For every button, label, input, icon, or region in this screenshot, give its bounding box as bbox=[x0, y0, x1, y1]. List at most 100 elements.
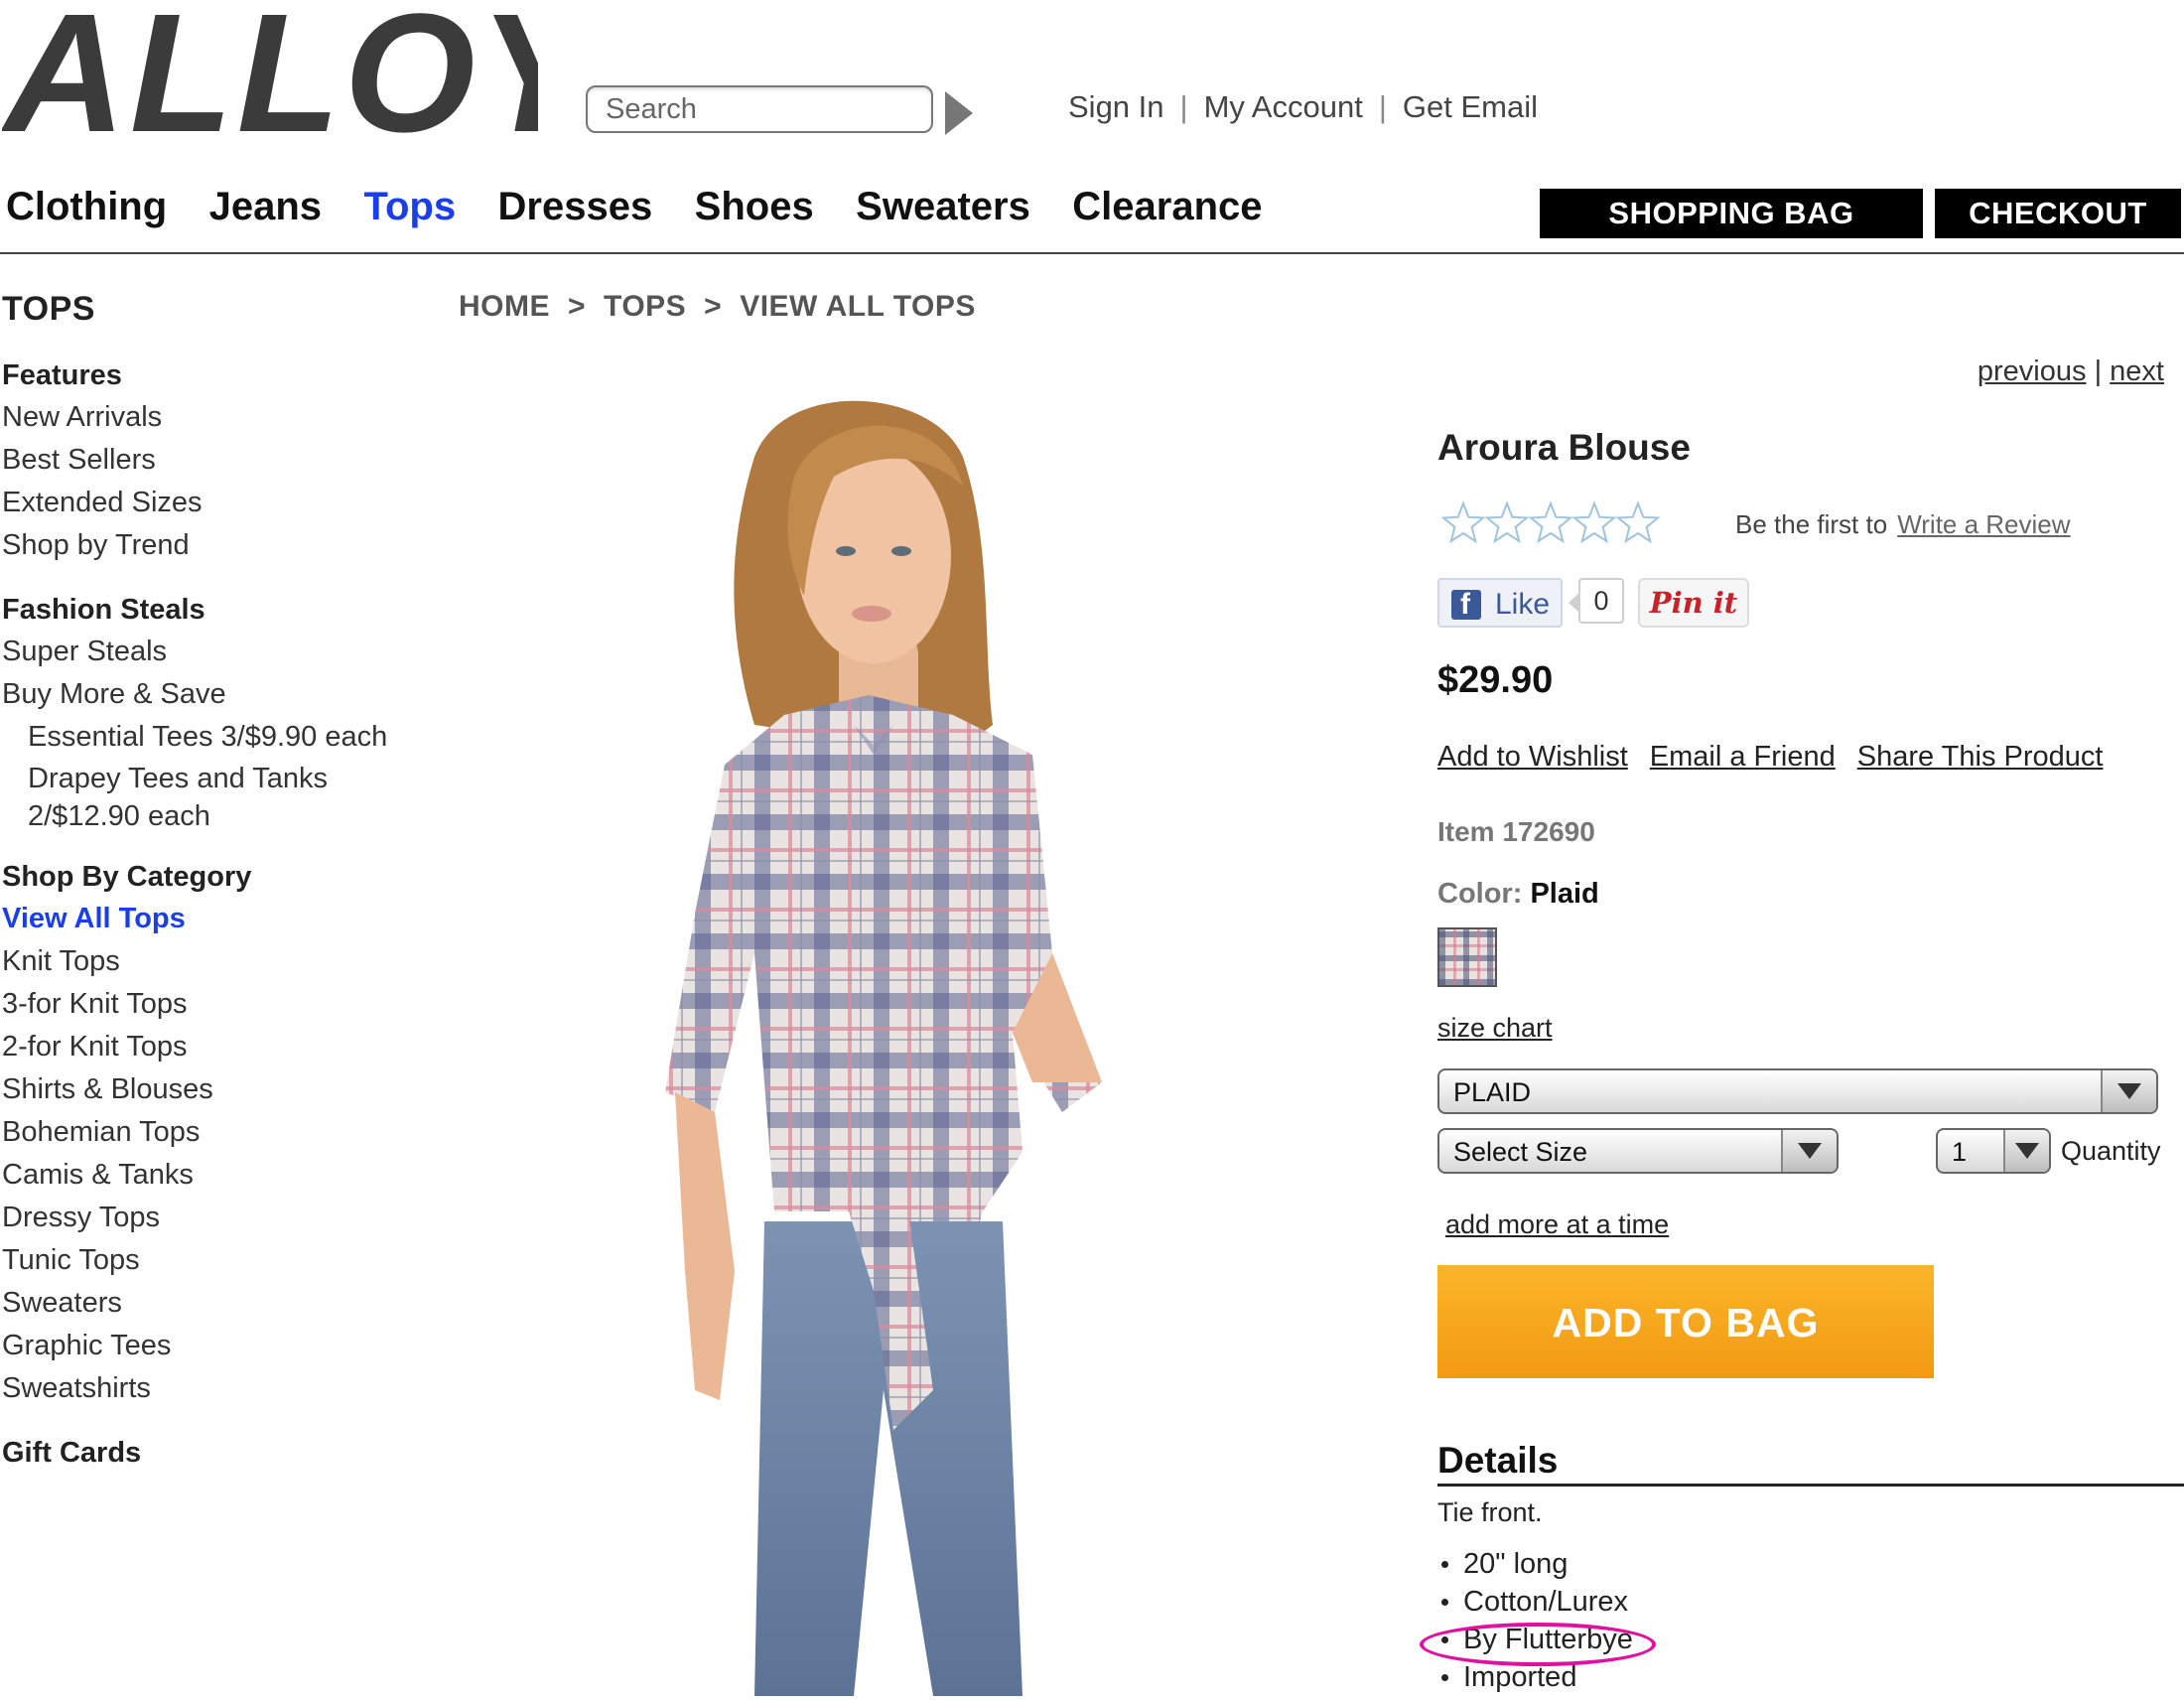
category-sidebar: TOPS Features New Arrivals Best Sellers … bbox=[0, 290, 437, 1474]
like-count: 0 bbox=[1569, 578, 1624, 624]
pagination-separator: | bbox=[2094, 355, 2103, 387]
nav-item-sweaters[interactable]: Sweaters bbox=[856, 185, 1030, 229]
details-heading: Details bbox=[1437, 1440, 1559, 1481]
nav-item-clothing[interactable]: Clothing bbox=[6, 185, 167, 229]
sidebar-item-sweaters[interactable]: Sweaters bbox=[2, 1282, 437, 1325]
get-email-link[interactable]: Get Email bbox=[1403, 89, 1538, 124]
sidebar-item-view-all-tops[interactable]: View All Tops bbox=[2, 898, 437, 940]
sidebar-item-new-arrivals[interactable]: New Arrivals bbox=[2, 396, 437, 439]
product-price: $29.90 bbox=[1437, 659, 1554, 701]
sidebar-item-3-for-knit-tops[interactable]: 3-for Knit Tops bbox=[2, 983, 437, 1026]
sidebar-item-camis-tanks[interactable]: Camis & Tanks bbox=[2, 1154, 437, 1197]
highlight-circle-annotation bbox=[1420, 1623, 1656, 1666]
sidebar-item-sweatshirts[interactable]: Sweatshirts bbox=[2, 1367, 437, 1410]
color-select[interactable]: PLAID bbox=[1437, 1068, 2158, 1114]
item-number: Item 172690 bbox=[1437, 816, 1595, 847]
star-icon[interactable] bbox=[1440, 500, 1486, 544]
pinterest-pin-button[interactable]: Pin it bbox=[1638, 578, 1749, 628]
size-select[interactable]: Select Size bbox=[1437, 1128, 1839, 1174]
sidebar-title: TOPS bbox=[2, 290, 95, 328]
quantity-select[interactable]: 1 bbox=[1936, 1128, 2051, 1174]
shopping-bag-button[interactable]: SHOPPING BAG bbox=[1540, 189, 1923, 238]
main-nav: Clothing Jeans Tops Dresses Shoes Sweate… bbox=[6, 185, 1300, 229]
details-bullet: Cotton/Lurex bbox=[1437, 1583, 1633, 1621]
chevron-down-icon bbox=[1781, 1130, 1837, 1172]
logo-text: ALLOY bbox=[2, 0, 538, 151]
sidebar-item-drapey-tees-price[interactable]: 2/$12.90 each bbox=[28, 798, 437, 834]
breadcrumb-view-all-tops[interactable]: VIEW ALL TOPS bbox=[740, 290, 976, 323]
sidebar-item-shop-by-trend[interactable]: Shop by Trend bbox=[2, 524, 437, 567]
star-icon[interactable] bbox=[1484, 500, 1530, 544]
quantity-label: Quantity bbox=[2061, 1136, 2161, 1166]
nav-item-clearance[interactable]: Clearance bbox=[1072, 185, 1262, 229]
breadcrumb-tops[interactable]: TOPS bbox=[604, 290, 686, 323]
star-icon[interactable] bbox=[1528, 500, 1573, 544]
size-chart-link[interactable]: size chart bbox=[1437, 1013, 1553, 1044]
sidebar-item-extended-sizes[interactable]: Extended Sizes bbox=[2, 482, 437, 524]
sidebar-item-super-steals[interactable]: Super Steals bbox=[2, 631, 437, 673]
sign-in-link[interactable]: Sign In bbox=[1068, 89, 1164, 124]
details-intro: Tie front. bbox=[1437, 1497, 1543, 1527]
fashion-steals-heading: Fashion Steals bbox=[2, 594, 205, 626]
like-label: Like bbox=[1495, 588, 1551, 621]
sidebar-item-bohemian-tops[interactable]: Bohemian Tops bbox=[2, 1111, 437, 1154]
checkout-button[interactable]: CHECKOUT bbox=[1935, 189, 2181, 238]
star-icon[interactable] bbox=[1615, 500, 1661, 544]
facebook-like-button[interactable]: f Like bbox=[1437, 578, 1563, 628]
quantity-select-value: 1 bbox=[1952, 1137, 1968, 1167]
sidebar-item-essential-tees[interactable]: Essential Tees 3/$9.90 each bbox=[28, 716, 437, 759]
details-bullet: 20" long bbox=[1437, 1545, 1633, 1583]
search-box bbox=[586, 85, 973, 135]
email-a-friend-link[interactable]: Email a Friend bbox=[1650, 741, 1836, 773]
chevron-down-icon bbox=[2101, 1070, 2156, 1112]
account-links: Sign In | My Account | Get Email bbox=[1068, 89, 1538, 124]
sidebar-item-drapey-tees[interactable]: Drapey Tees and Tanks bbox=[28, 759, 437, 798]
sidebar-item-dressy-tops[interactable]: Dressy Tops bbox=[2, 1197, 437, 1239]
nav-item-shoes[interactable]: Shoes bbox=[695, 185, 814, 229]
details-divider bbox=[1437, 1484, 2184, 1487]
sidebar-item-buy-more-save[interactable]: Buy More & Save bbox=[2, 673, 437, 716]
sidebar-item-best-sellers[interactable]: Best Sellers bbox=[2, 439, 437, 482]
sidebar-item-tunic-tops[interactable]: Tunic Tops bbox=[2, 1239, 437, 1282]
product-title: Aroura Blouse bbox=[1437, 427, 1691, 468]
sidebar-item-knit-tops[interactable]: Knit Tops bbox=[2, 940, 437, 983]
sidebar-item-gift-cards[interactable]: Gift Cards bbox=[2, 1432, 437, 1474]
breadcrumb-separator: > bbox=[704, 290, 723, 323]
add-more-link[interactable]: add more at a time bbox=[1445, 1209, 1669, 1240]
product-pagination: previous | next bbox=[1978, 355, 2164, 388]
sidebar-item-graphic-tees[interactable]: Graphic Tees bbox=[2, 1325, 437, 1367]
color-row: Color: Plaid bbox=[1437, 878, 1599, 911]
shop-by-category-heading: Shop By Category bbox=[2, 861, 252, 893]
add-to-wishlist-link[interactable]: Add to Wishlist bbox=[1437, 741, 1628, 773]
previous-link[interactable]: previous bbox=[1978, 355, 2087, 387]
nav-item-jeans[interactable]: Jeans bbox=[209, 185, 322, 229]
search-arrow-icon[interactable] bbox=[945, 91, 973, 135]
review-prompt-text: Be the first to bbox=[1735, 509, 1888, 539]
alloy-logo[interactable]: ALLOY bbox=[2, 0, 538, 151]
next-link[interactable]: next bbox=[2110, 355, 2164, 387]
sidebar-item-2-for-knit-tops[interactable]: 2-for Knit Tops bbox=[2, 1026, 437, 1068]
color-value: Plaid bbox=[1530, 878, 1599, 910]
sidebar-item-shirts-blouses[interactable]: Shirts & Blouses bbox=[2, 1068, 437, 1111]
plaid-color-swatch[interactable] bbox=[1437, 927, 1497, 987]
share-product-link[interactable]: Share This Product bbox=[1857, 741, 2104, 773]
rating-stars[interactable] bbox=[1440, 498, 1670, 551]
product-photo[interactable] bbox=[635, 397, 1330, 1701]
add-to-bag-button[interactable]: ADD TO BAG bbox=[1437, 1265, 1934, 1378]
search-input[interactable] bbox=[586, 85, 933, 133]
size-select-value: Select Size bbox=[1453, 1137, 1588, 1167]
color-label: Color: bbox=[1437, 878, 1523, 910]
nav-item-tops[interactable]: Tops bbox=[364, 185, 457, 229]
details-list: 20" long Cotton/Lurex By Flutterbye Impo… bbox=[1437, 1545, 1633, 1696]
write-review-link[interactable]: Write a Review bbox=[1897, 509, 2070, 539]
review-prompt: Be the first to Write a Review bbox=[1735, 509, 2071, 540]
breadcrumb: HOME > TOPS > VIEW ALL TOPS bbox=[459, 290, 976, 324]
chevron-down-icon bbox=[2003, 1130, 2049, 1172]
star-icon[interactable] bbox=[1571, 500, 1617, 544]
my-account-link[interactable]: My Account bbox=[1204, 89, 1363, 124]
facebook-icon: f bbox=[1451, 588, 1481, 621]
breadcrumb-home[interactable]: HOME bbox=[459, 290, 550, 323]
product-actions: Add to Wishlist Email a Friend Share This … bbox=[1437, 741, 2124, 774]
header-divider bbox=[0, 252, 2184, 254]
nav-item-dresses[interactable]: Dresses bbox=[498, 185, 653, 229]
